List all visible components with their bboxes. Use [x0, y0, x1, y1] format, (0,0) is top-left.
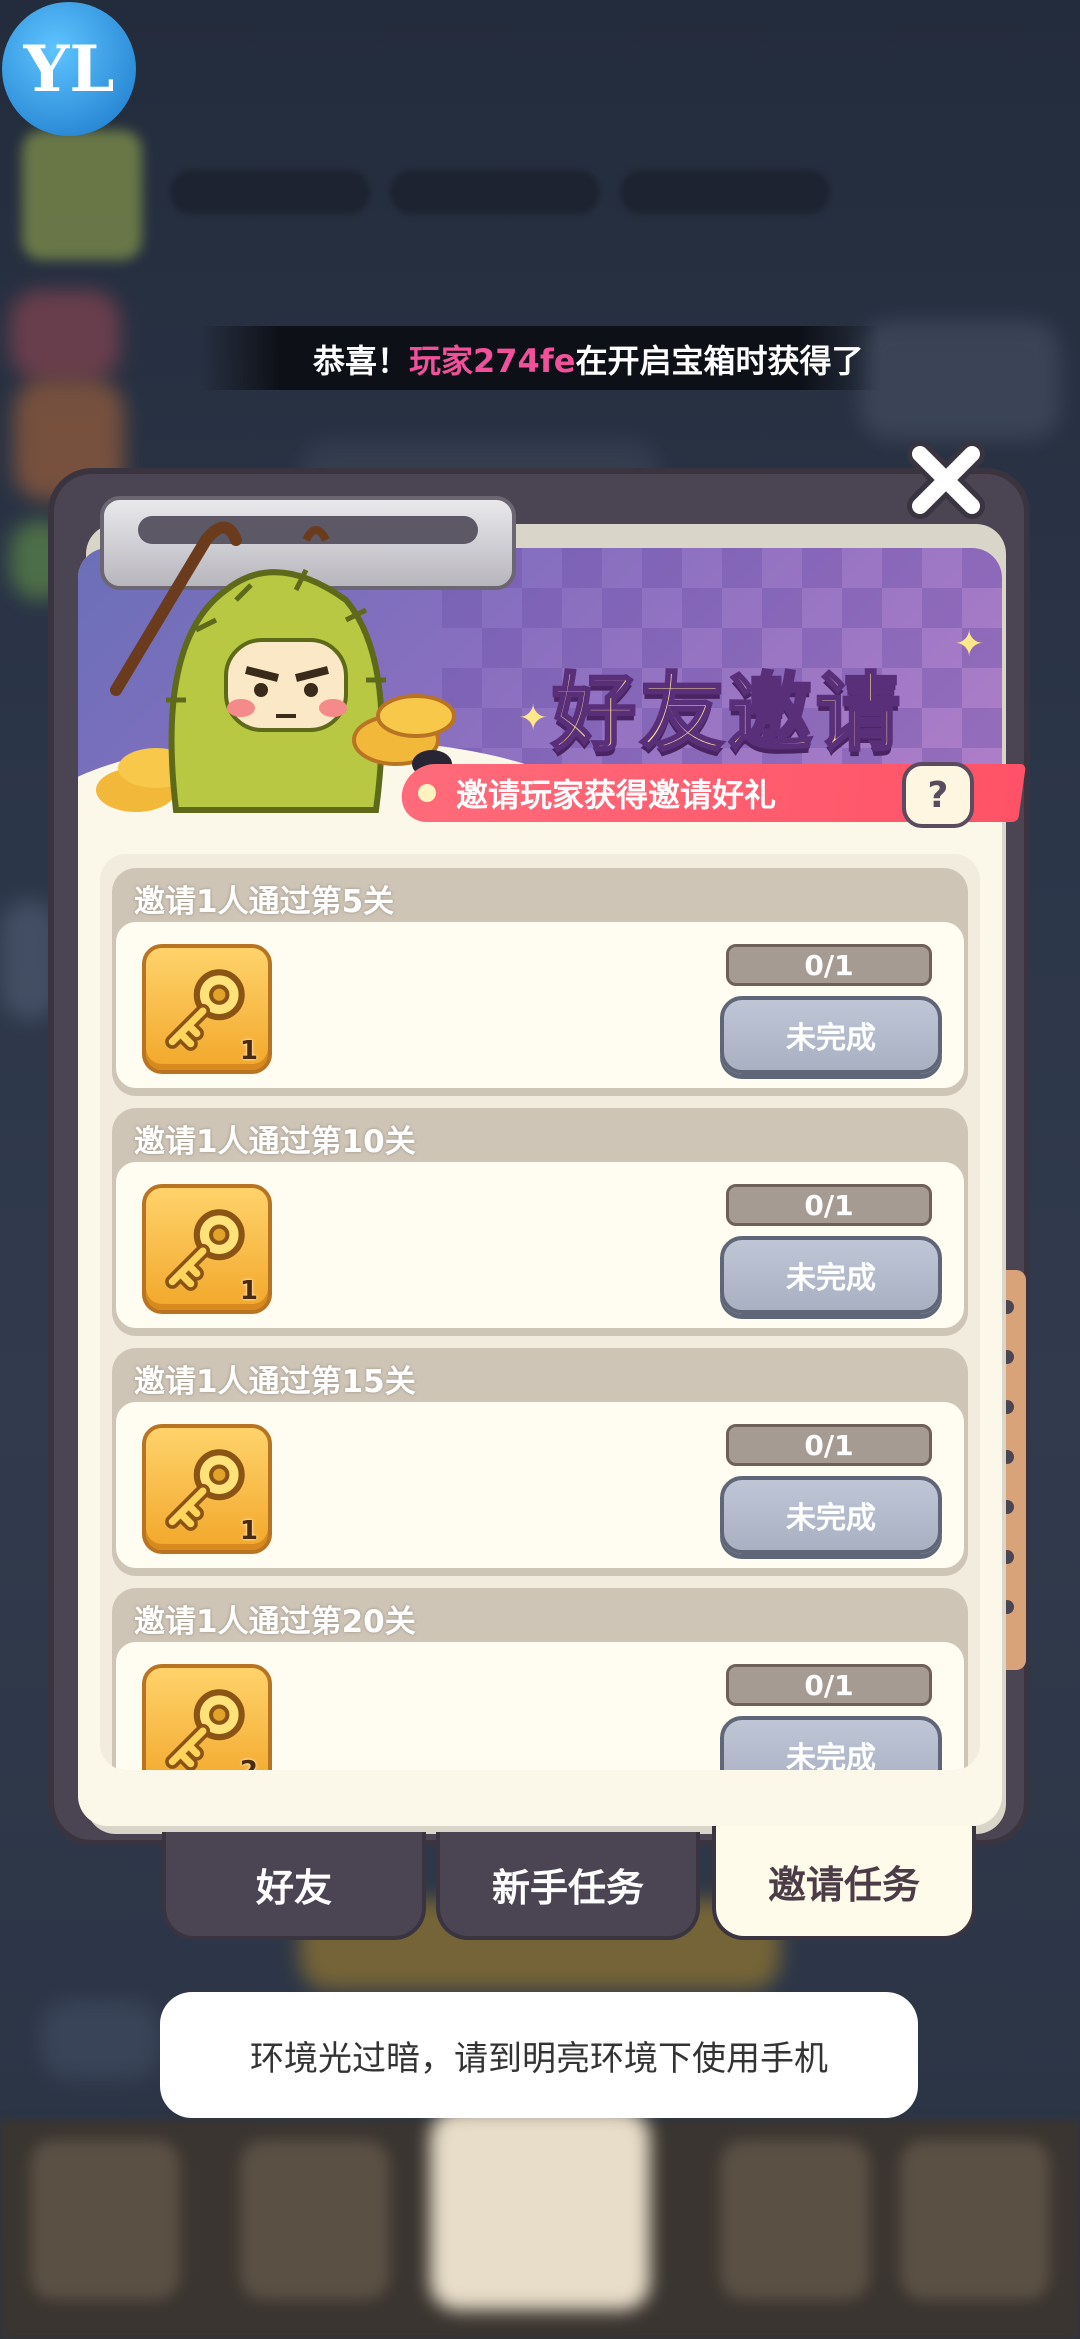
task-row: 邀请1人通过第15关 1 0/1 未完成 [112, 1348, 968, 1576]
progress-label: 0/1 [726, 944, 932, 986]
sparkle-icon: ✦ [954, 624, 985, 665]
question-mark-icon: ? [927, 774, 949, 816]
bullet-dot [418, 784, 436, 802]
reward-count: 1 [239, 1276, 258, 1306]
progress-label: 0/1 [726, 1424, 932, 1466]
player-avatar[interactable] [22, 130, 142, 260]
broadcast-ticker: 恭喜！玩家274fe在开启宝箱时获得了 [200, 326, 880, 390]
status-button[interactable]: 未完成 [720, 1476, 942, 1554]
task-title: 邀请1人通过第15关 [134, 1364, 416, 1400]
status-button[interactable]: 未完成 [720, 996, 942, 1074]
task-list[interactable]: 邀请1人通过第5关 1 0/1 未完成 邀请1人通过第10关 1 0/1 未完成… [100, 854, 980, 1770]
task-row: 邀请1人通过第20关 2 0/1 未完成 [112, 1588, 968, 1770]
progress-label: 0/1 [726, 1184, 932, 1226]
system-toast: 环境光过暗，请到明亮环境下使用手机 [160, 1992, 918, 2118]
tab-invite-tasks[interactable]: 邀请任务 [712, 1826, 976, 1940]
reward-count: 2 [240, 1756, 258, 1770]
reward-item[interactable]: 1 [142, 1424, 272, 1554]
tab-friends[interactable]: 好友 [162, 1832, 426, 1940]
app-logo: YL [2, 2, 136, 136]
reward-item[interactable]: 1 [142, 944, 272, 1074]
status-button[interactable]: 未完成 [720, 1716, 942, 1770]
sparkle-icon: ✦ [518, 698, 549, 739]
task-title: 邀请1人通过第20关 [134, 1604, 416, 1640]
tab-newbie-tasks[interactable]: 新手任务 [436, 1832, 700, 1940]
reward-item[interactable]: 2 [142, 1664, 272, 1770]
bottom-nav-bar [0, 2110, 1080, 2339]
task-row: 邀请1人通过第10关 1 0/1 未完成 [112, 1108, 968, 1336]
ticker-suffix: 在开启宝箱时获得了 [575, 342, 864, 380]
reward-count: 1 [239, 1516, 258, 1546]
progress-label: 0/1 [726, 1664, 932, 1706]
help-button[interactable]: ? [902, 762, 974, 828]
panel-subtitle: 邀请玩家获得邀请好礼 [456, 776, 777, 814]
ticker-player: 玩家274fe [409, 342, 576, 380]
currency-pill [620, 170, 830, 214]
ticker-prefix: 恭喜！ [313, 342, 410, 380]
reward-item[interactable]: 1 [142, 1184, 272, 1314]
task-row: 邀请1人通过第5关 1 0/1 未完成 [112, 868, 968, 1096]
reward-count: 1 [239, 1036, 258, 1066]
close-x-icon[interactable] [906, 440, 986, 520]
currency-pill [170, 170, 370, 214]
durian-mascot-icon [96, 521, 456, 813]
status-button[interactable]: 未完成 [720, 1236, 942, 1314]
task-title: 邀请1人通过第10关 [134, 1124, 416, 1160]
task-title: 邀请1人通过第5关 [134, 884, 395, 920]
currency-pill [390, 170, 600, 214]
panel-title: 好友邀请 [550, 663, 905, 764]
